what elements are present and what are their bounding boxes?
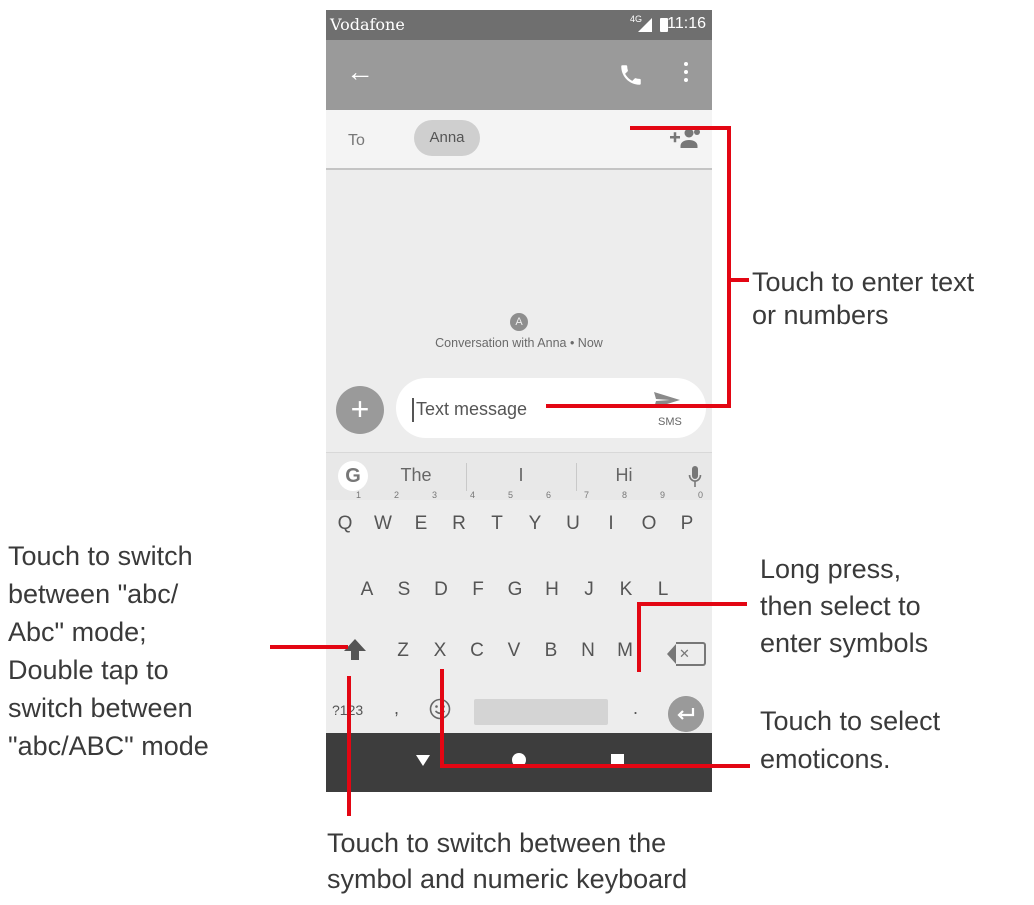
annotation-line: [637, 602, 747, 606]
text-cursor: [412, 398, 414, 422]
key-h[interactable]: H: [533, 570, 571, 610]
annotation-line: [440, 764, 750, 768]
suggestion-item[interactable]: The: [376, 465, 456, 486]
period-key[interactable]: .: [633, 698, 638, 719]
comma-key[interactable]: ,: [394, 698, 399, 719]
key-label: E: [414, 513, 428, 534]
divider: [576, 463, 577, 491]
suggestion-item[interactable]: Hi: [584, 465, 664, 486]
attach-button[interactable]: +: [336, 386, 384, 434]
annotation-emoticons: Touch to select emoticons.: [760, 706, 941, 774]
key-t[interactable]: T5: [478, 490, 516, 544]
annotation-enter-text: Touch to enter text or numbers: [752, 267, 975, 330]
clock: 11:16: [667, 15, 706, 32]
arrow-left-icon[interactable]: ←: [346, 57, 376, 87]
key-label: R: [452, 513, 466, 534]
key-label: W: [374, 513, 392, 534]
key-hint: 0: [697, 490, 703, 500]
key-v[interactable]: V: [495, 631, 533, 671]
enter-icon[interactable]: [668, 696, 704, 732]
keyboard: Q1 W2 E3 R4 T5 Y6 U7 I8 O9 P0 A S D F G …: [326, 490, 712, 733]
annotation-line: [727, 278, 749, 282]
key-hint: 6: [545, 490, 551, 500]
key-d[interactable]: D: [422, 570, 460, 610]
to-label: To: [348, 132, 365, 149]
key-e[interactable]: E3: [402, 490, 440, 544]
backspace-icon[interactable]: ✕: [667, 642, 706, 666]
key-hint: 1: [355, 490, 361, 500]
key-label: P: [680, 513, 694, 534]
suggestion-strip: G The I Hi: [326, 452, 712, 501]
phone-icon[interactable]: [618, 62, 644, 88]
key-f[interactable]: F: [459, 570, 497, 610]
annotation-symbol-keyboard: Touch to switch between the symbol and n…: [327, 828, 688, 894]
key-p[interactable]: P0: [668, 490, 706, 544]
key-j[interactable]: J: [570, 570, 608, 610]
annotation-long-press: Long press, then select to enter symbols: [760, 554, 929, 658]
key-hint: 5: [507, 490, 513, 500]
key-o[interactable]: O9: [630, 490, 668, 544]
annotation-line: [637, 602, 641, 672]
key-i[interactable]: I8: [592, 490, 630, 544]
key-r[interactable]: R4: [440, 490, 478, 544]
key-n[interactable]: N: [569, 631, 607, 671]
key-label: Q: [337, 513, 353, 534]
signal-icon: [638, 18, 652, 32]
annotation-line: [347, 676, 351, 816]
key-q[interactable]: Q1: [326, 490, 364, 544]
space-bar[interactable]: [474, 699, 608, 725]
key-hint: 8: [621, 490, 627, 500]
microphone-icon[interactable]: [688, 465, 702, 489]
annotation-line: [440, 669, 444, 767]
conversation-info: Conversation with Anna • Now: [435, 336, 603, 350]
key-label: U: [566, 513, 580, 534]
annotation-line: [727, 126, 731, 408]
key-label: Y: [528, 513, 542, 534]
recipient-row[interactable]: To Anna: [326, 110, 712, 170]
key-label: T: [491, 513, 503, 534]
compose-box[interactable]: SMS: [396, 378, 706, 438]
key-y[interactable]: Y6: [516, 490, 554, 544]
recipient-chip[interactable]: Anna: [414, 120, 480, 156]
nav-back-icon[interactable]: [416, 755, 430, 766]
key-a[interactable]: A: [348, 570, 386, 610]
send-mode-label: SMS: [658, 416, 682, 428]
key-g[interactable]: G: [496, 570, 534, 610]
key-hint: 9: [659, 490, 665, 500]
key-hint: 7: [583, 490, 589, 500]
key-label: O: [641, 513, 657, 534]
app-bar: ←: [326, 40, 712, 110]
message-input[interactable]: [416, 396, 646, 422]
annotation-line: [270, 645, 348, 649]
key-c[interactable]: C: [458, 631, 496, 671]
avatar: A: [510, 313, 528, 331]
key-hint: 3: [431, 490, 437, 500]
conversation-area: A Conversation with Anna • Now: [326, 170, 712, 370]
carrier-name: Vodafone: [330, 15, 405, 34]
shift-icon[interactable]: [342, 636, 368, 664]
key-hint: 2: [393, 490, 399, 500]
google-icon[interactable]: G: [338, 461, 368, 491]
annotation-line: [630, 126, 730, 130]
send-icon[interactable]: [652, 388, 682, 412]
more-vert-icon[interactable]: [682, 62, 690, 90]
divider: [466, 463, 467, 491]
key-z[interactable]: Z: [384, 631, 422, 671]
key-hint: 4: [469, 490, 475, 500]
navigation-bar: [326, 733, 712, 792]
key-w[interactable]: W2: [364, 490, 402, 544]
key-u[interactable]: U7: [554, 490, 592, 544]
key-s[interactable]: S: [385, 570, 423, 610]
key-label: I: [608, 513, 614, 534]
key-b[interactable]: B: [532, 631, 570, 671]
status-bar: Vodafone 4G 11:16: [326, 10, 712, 40]
suggestion-item[interactable]: I: [481, 465, 561, 486]
key-x[interactable]: X: [421, 631, 459, 671]
annotation-line: [546, 404, 731, 408]
annotation-shift-mode: Touch to switch between "abc/ Abc" mode;…: [8, 541, 209, 761]
